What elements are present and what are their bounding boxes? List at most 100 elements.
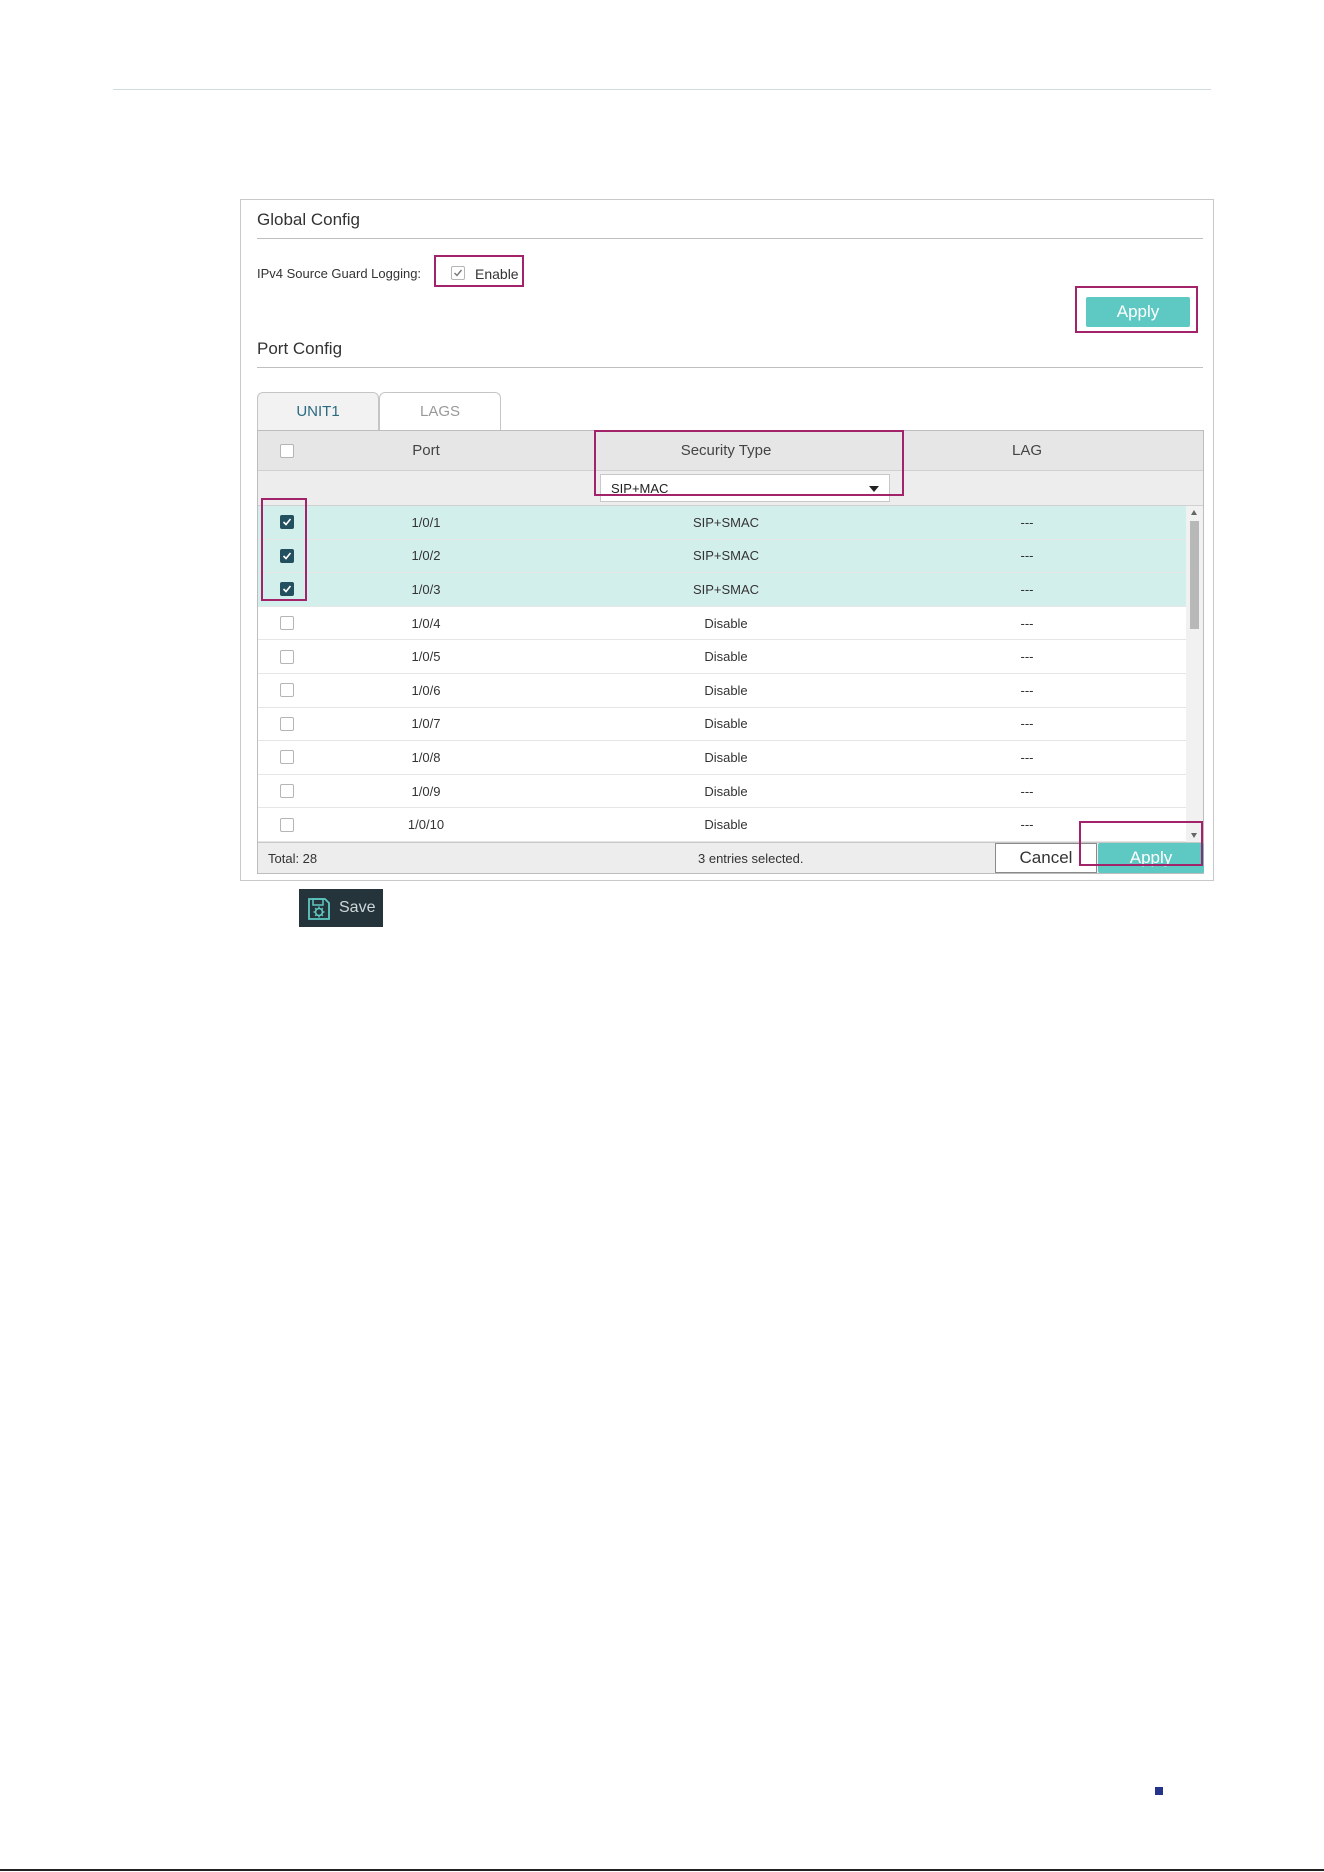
tab-lags[interactable]: LAGS [379, 392, 501, 430]
section-divider [257, 238, 1203, 239]
check-icon [454, 269, 463, 277]
row-checkbox-cell [258, 674, 316, 707]
logging-label: IPv4 Source Guard Logging: [257, 266, 422, 281]
top-rule [113, 89, 1211, 90]
row-checkbox[interactable] [280, 582, 294, 597]
table-row[interactable]: 1/0/6 Disable --- [258, 674, 1203, 708]
row-checkbox[interactable] [280, 548, 294, 563]
lag-cell: --- [1020, 783, 1034, 799]
row-list: 1/0/1 SIP+SMAC --- 1/0/2 SIP+SMAC --- 1/0/3 SIP… [258, 506, 1203, 842]
global-config-title: Global Config [257, 210, 361, 229]
enable-logging-checkbox[interactable] [451, 266, 465, 280]
port-cell: 1/0/10 [407, 817, 445, 833]
column-header-port: Port [412, 442, 440, 459]
lag-cell: --- [1020, 649, 1034, 665]
table-row[interactable]: 1/0/9 Disable --- [258, 775, 1203, 809]
table-row[interactable]: 1/0/10 Disable --- [258, 808, 1203, 842]
scroll-up-icon[interactable] [1191, 510, 1197, 515]
header-checkbox-cell [258, 431, 316, 470]
table-row[interactable]: 1/0/5 Disable --- [258, 640, 1203, 674]
port-cell: 1/0/6 [411, 682, 441, 698]
port-config-title: Port Config [257, 339, 343, 358]
select-all-checkbox[interactable] [280, 443, 294, 458]
config-panel: Global Config IPv4 Source Guard Logging:… [240, 199, 1214, 881]
table-header: Port Security Type LAG [258, 431, 1203, 471]
check-icon [282, 585, 292, 594]
vertical-scrollbar[interactable] [1186, 506, 1203, 842]
caret-down-icon [869, 486, 879, 492]
table-row[interactable]: 1/0/1 SIP+SMAC --- [258, 506, 1203, 540]
bottom-rule [0, 1869, 1324, 1871]
row-checkbox[interactable] [280, 784, 294, 799]
row-checkbox[interactable] [280, 515, 294, 530]
tab-unit1[interactable]: UNIT1 [257, 392, 379, 430]
row-checkbox[interactable] [280, 817, 294, 832]
save-label: Save [339, 899, 376, 916]
table-footer: Total: 28 3 entries selected. Cancel App… [258, 842, 1204, 873]
check-icon [282, 552, 292, 560]
save-button[interactable]: Save [299, 889, 383, 927]
lag-cell: --- [1020, 749, 1034, 765]
row-checkbox-cell [258, 808, 316, 841]
scroll-down-icon[interactable] [1191, 833, 1197, 838]
port-cell: 1/0/8 [411, 749, 441, 765]
security-type-cell: Disable [704, 817, 748, 833]
row-checkbox[interactable] [280, 716, 294, 731]
check-icon [282, 518, 292, 526]
security-type-cell: SIP+SMAC [692, 581, 760, 597]
lag-cell: --- [1020, 514, 1034, 530]
port-cell: 1/0/5 [411, 649, 441, 665]
total-count: Total: 28 [268, 851, 318, 866]
column-header-lag: LAG [1011, 442, 1042, 459]
security-type-value: SIP+MAC [611, 481, 669, 496]
lag-cell: --- [1020, 581, 1034, 597]
lag-cell: --- [1020, 682, 1034, 698]
port-cell: 1/0/4 [411, 615, 441, 631]
security-type-cell: Disable [704, 682, 748, 698]
lag-cell: --- [1020, 615, 1034, 631]
table-row[interactable]: 1/0/3 SIP+SMAC --- [258, 573, 1203, 607]
security-type-cell: Disable [704, 716, 748, 732]
row-checkbox-cell [258, 607, 316, 640]
security-type-cell: Disable [704, 615, 748, 631]
row-checkbox-cell [258, 573, 316, 606]
selection-count: 3 entries selected. [698, 851, 804, 866]
row-checkbox[interactable] [280, 649, 294, 664]
row-checkbox[interactable] [280, 616, 294, 631]
port-cell: 1/0/2 [411, 548, 441, 564]
port-table: Port Security Type LAG SIP+MAC 1/0/1 SIP+… [257, 430, 1204, 874]
lag-cell: --- [1020, 548, 1034, 564]
filter-row: SIP+MAC [258, 471, 1203, 506]
row-checkbox-cell [258, 506, 316, 539]
security-type-cell: SIP+SMAC [692, 514, 760, 530]
row-checkbox-cell [258, 741, 316, 774]
port-apply-button[interactable]: Apply [1098, 843, 1204, 873]
security-type-cell: Disable [704, 783, 748, 799]
table-row[interactable]: 1/0/7 Disable --- [258, 708, 1203, 742]
row-checkbox-cell [258, 640, 316, 673]
row-checkbox-cell [258, 708, 316, 741]
port-cell: 1/0/7 [411, 716, 441, 732]
scroll-thumb[interactable] [1190, 521, 1199, 629]
table-row[interactable]: 1/0/8 Disable --- [258, 741, 1203, 775]
row-checkbox[interactable] [280, 683, 294, 698]
lag-cell: --- [1020, 817, 1034, 833]
security-type-cell: Disable [704, 749, 748, 765]
column-header-security-type: Security Type [680, 442, 772, 459]
port-cell: 1/0/9 [411, 783, 441, 799]
global-apply-button[interactable]: Apply [1086, 297, 1190, 327]
cancel-button[interactable]: Cancel [995, 843, 1097, 873]
enable-label: Enable [475, 266, 519, 282]
row-checkbox-cell [258, 775, 316, 808]
save-gear-icon [306, 896, 332, 927]
section-divider [257, 367, 1203, 368]
security-type-dropdown[interactable]: SIP+MAC [600, 474, 890, 502]
row-checkbox-cell [258, 540, 316, 573]
table-row[interactable]: 1/0/2 SIP+SMAC --- [258, 539, 1203, 574]
port-cell: 1/0/3 [411, 581, 441, 597]
security-type-cell: Disable [704, 649, 748, 665]
table-row[interactable]: 1/0/4 Disable --- [258, 607, 1203, 641]
lag-cell: --- [1020, 716, 1034, 732]
row-checkbox[interactable] [280, 750, 294, 765]
table-body: 1/0/1 SIP+SMAC --- 1/0/2 SIP+SMAC --- 1/0/3 SIP… [258, 506, 1203, 842]
